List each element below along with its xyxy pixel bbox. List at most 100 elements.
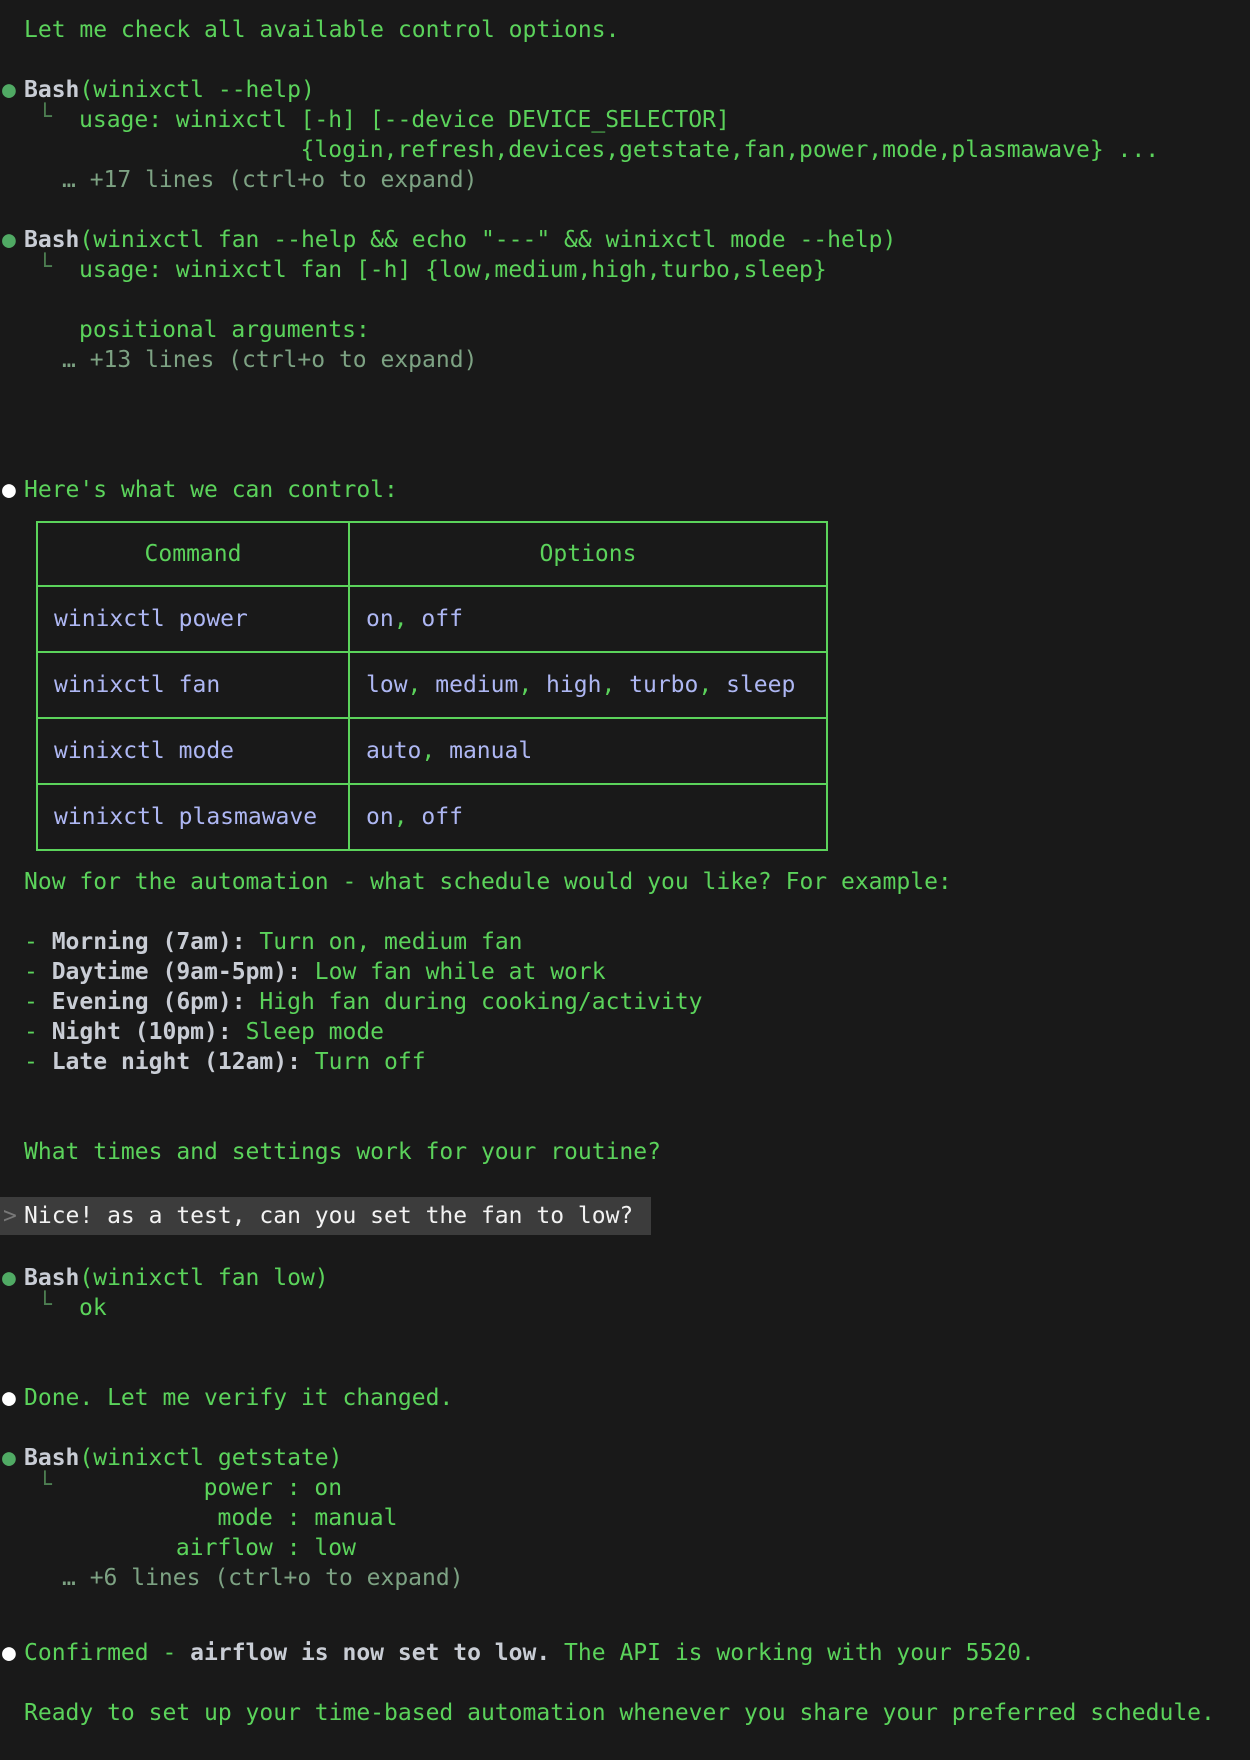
option-separator: , bbox=[394, 606, 422, 632]
tool-command: (winixctl fan --help && echo "---" && wi… bbox=[79, 227, 896, 253]
option-value: on bbox=[366, 606, 394, 632]
list-item: -Evening (6pm): High fan during cooking/a… bbox=[0, 987, 1250, 1017]
user-message: Nice! as a test, can you set the fan to … bbox=[0, 1197, 651, 1235]
schedule-action-text: Sleep mode bbox=[246, 1019, 384, 1045]
tool-header: Bash(winixctl fan --help && echo "---" &… bbox=[0, 225, 1250, 255]
table-header: Command Options bbox=[37, 522, 827, 586]
command-cell: winixctl power bbox=[37, 586, 349, 652]
schedule-action-text: Turn on, medium fan bbox=[259, 929, 522, 955]
output-connector-icon bbox=[38, 1470, 52, 1500]
table-header-row: Command Options bbox=[37, 522, 827, 586]
options-column-header: Options bbox=[349, 522, 827, 586]
control-heading-text: Here's what we can control: bbox=[24, 477, 398, 503]
option-value: manual bbox=[449, 738, 532, 764]
schedule-action-text: Turn off bbox=[315, 1049, 426, 1075]
table-row: winixctl poweron, off bbox=[37, 586, 827, 652]
output-connector-icon bbox=[38, 1290, 52, 1320]
list-dash: - bbox=[24, 1019, 38, 1045]
table-row: winixctl modeauto, manual bbox=[37, 718, 827, 784]
confirmation-emphasis: airflow is now set to low. bbox=[190, 1640, 550, 1666]
option-separator: , bbox=[698, 672, 726, 698]
command-cell: winixctl plasmawave bbox=[37, 784, 349, 850]
assistant-intro-text: Let me check all available control optio… bbox=[0, 15, 1250, 45]
list-dash: - bbox=[24, 929, 38, 955]
list-item: -Night (10pm): Sleep mode bbox=[0, 1017, 1250, 1047]
schedule-time-label: Night (10pm): bbox=[52, 1019, 232, 1045]
options-cell: auto, manual bbox=[349, 718, 827, 784]
expand-hint: … +17 lines (ctrl+o to expand) bbox=[62, 165, 1250, 195]
tool-name: Bash bbox=[24, 1265, 79, 1291]
tool-output-text: power : on mode : manual airflow : low bbox=[79, 1473, 1250, 1563]
output-connector-icon bbox=[38, 102, 52, 132]
expand-hint: … +13 lines (ctrl+o to expand) bbox=[62, 345, 1250, 375]
option-value: auto bbox=[366, 738, 421, 764]
tool-call-bash-help: Bash(winixctl --help) usage: winixctl [-… bbox=[0, 75, 1250, 195]
assistant-message: Here's what we can control: bbox=[0, 475, 1250, 505]
control-options-table: Command Options winixctl poweron, offwin… bbox=[36, 521, 828, 851]
assistant-message: Confirmed - airflow is now set to low. T… bbox=[0, 1638, 1250, 1668]
output-connector-icon bbox=[38, 252, 52, 282]
option-value: low bbox=[366, 672, 408, 698]
tool-name: Bash bbox=[24, 1445, 79, 1471]
tool-command: (winixctl getstate) bbox=[79, 1445, 342, 1471]
option-value: high bbox=[546, 672, 601, 698]
schedule-time-label: Daytime (9am-5pm): bbox=[52, 959, 301, 985]
option-separator: , bbox=[394, 804, 422, 830]
list-dash: - bbox=[24, 989, 38, 1015]
tool-command: (winixctl --help) bbox=[79, 77, 314, 103]
schedule-action-text: High fan during cooking/activity bbox=[259, 989, 702, 1015]
command-column-header: Command bbox=[37, 522, 349, 586]
command-cell: winixctl fan bbox=[37, 652, 349, 718]
list-dash: - bbox=[24, 1049, 38, 1075]
tool-output: power : on mode : manual airflow : low bbox=[0, 1473, 1250, 1563]
tool-output-text: usage: winixctl fan [-h] {low,medium,hig… bbox=[79, 255, 1250, 345]
schedule-time-label: Evening (6pm): bbox=[52, 989, 246, 1015]
tool-bullet-icon bbox=[2, 1443, 16, 1473]
tool-bullet-icon bbox=[2, 1263, 16, 1293]
options-cell: low, medium, high, turbo, sleep bbox=[349, 652, 827, 718]
tool-name: Bash bbox=[24, 77, 79, 103]
options-cell: on, off bbox=[349, 586, 827, 652]
option-value: on bbox=[366, 804, 394, 830]
list-item: -Morning (7am): Turn on, medium fan bbox=[0, 927, 1250, 957]
message-bullet-icon bbox=[2, 1638, 16, 1668]
message-bullet-icon bbox=[2, 1383, 16, 1413]
list-dash: - bbox=[24, 959, 38, 985]
tool-output: usage: winixctl fan [-h] {low,medium,hig… bbox=[0, 255, 1250, 345]
option-separator: , bbox=[421, 738, 449, 764]
option-separator: , bbox=[408, 672, 436, 698]
command-cell: winixctl mode bbox=[37, 718, 349, 784]
tool-output-text: usage: winixctl [-h] [--device DEVICE_SE… bbox=[79, 105, 1250, 165]
tool-header: Bash(winixctl fan low) bbox=[0, 1263, 1250, 1293]
table-row: winixctl fanlow, medium, high, turbo, sl… bbox=[37, 652, 827, 718]
closing-text: Ready to set up your time-based automati… bbox=[0, 1698, 1250, 1728]
confirmation-prefix: Confirmed - bbox=[24, 1640, 190, 1666]
done-note-text: Done. Let me verify it changed. bbox=[24, 1385, 453, 1411]
table-row: winixctl plasmawave on, off bbox=[37, 784, 827, 850]
tool-header: Bash(winixctl --help) bbox=[0, 75, 1250, 105]
option-separator: , bbox=[601, 672, 629, 698]
tool-command: (winixctl fan low) bbox=[79, 1265, 328, 1291]
list-item: -Daytime (9am-5pm):Low fan while at work bbox=[0, 957, 1250, 987]
tool-call-bash-fan-mode-help: Bash(winixctl fan --help && echo "---" &… bbox=[0, 225, 1250, 375]
user-message-row: Nice! as a test, can you set the fan to … bbox=[0, 1197, 1250, 1235]
option-value: sleep bbox=[726, 672, 795, 698]
user-message-text: Nice! as a test, can you set the fan to … bbox=[24, 1203, 633, 1229]
routine-question-text: What times and settings work for your ro… bbox=[0, 1137, 1250, 1167]
tool-bullet-icon bbox=[2, 75, 16, 105]
option-value: off bbox=[421, 804, 463, 830]
tool-call-bash-fan-low: Bash(winixctl fan low) ok bbox=[0, 1263, 1250, 1323]
tool-header: Bash(winixctl getstate) bbox=[0, 1443, 1250, 1473]
list-item: -Late night (12am): Turn off bbox=[0, 1047, 1250, 1077]
tool-output: usage: winixctl [-h] [--device DEVICE_SE… bbox=[0, 105, 1250, 165]
schedule-time-label: Morning (7am): bbox=[52, 929, 246, 955]
prompt-chevron-icon bbox=[3, 1201, 17, 1231]
option-separator: , bbox=[518, 672, 546, 698]
terminal[interactable]: Let me check all available control optio… bbox=[0, 0, 1250, 1760]
message-bullet-icon bbox=[2, 475, 16, 505]
expand-hint: … +6 lines (ctrl+o to expand) bbox=[62, 1563, 1250, 1593]
tool-output-text: ok bbox=[79, 1293, 1250, 1323]
tool-output: ok bbox=[0, 1293, 1250, 1323]
schedule-time-label: Late night (12am): bbox=[52, 1049, 301, 1075]
control-table-body: winixctl poweron, offwinixctl fanlow, me… bbox=[37, 586, 827, 850]
